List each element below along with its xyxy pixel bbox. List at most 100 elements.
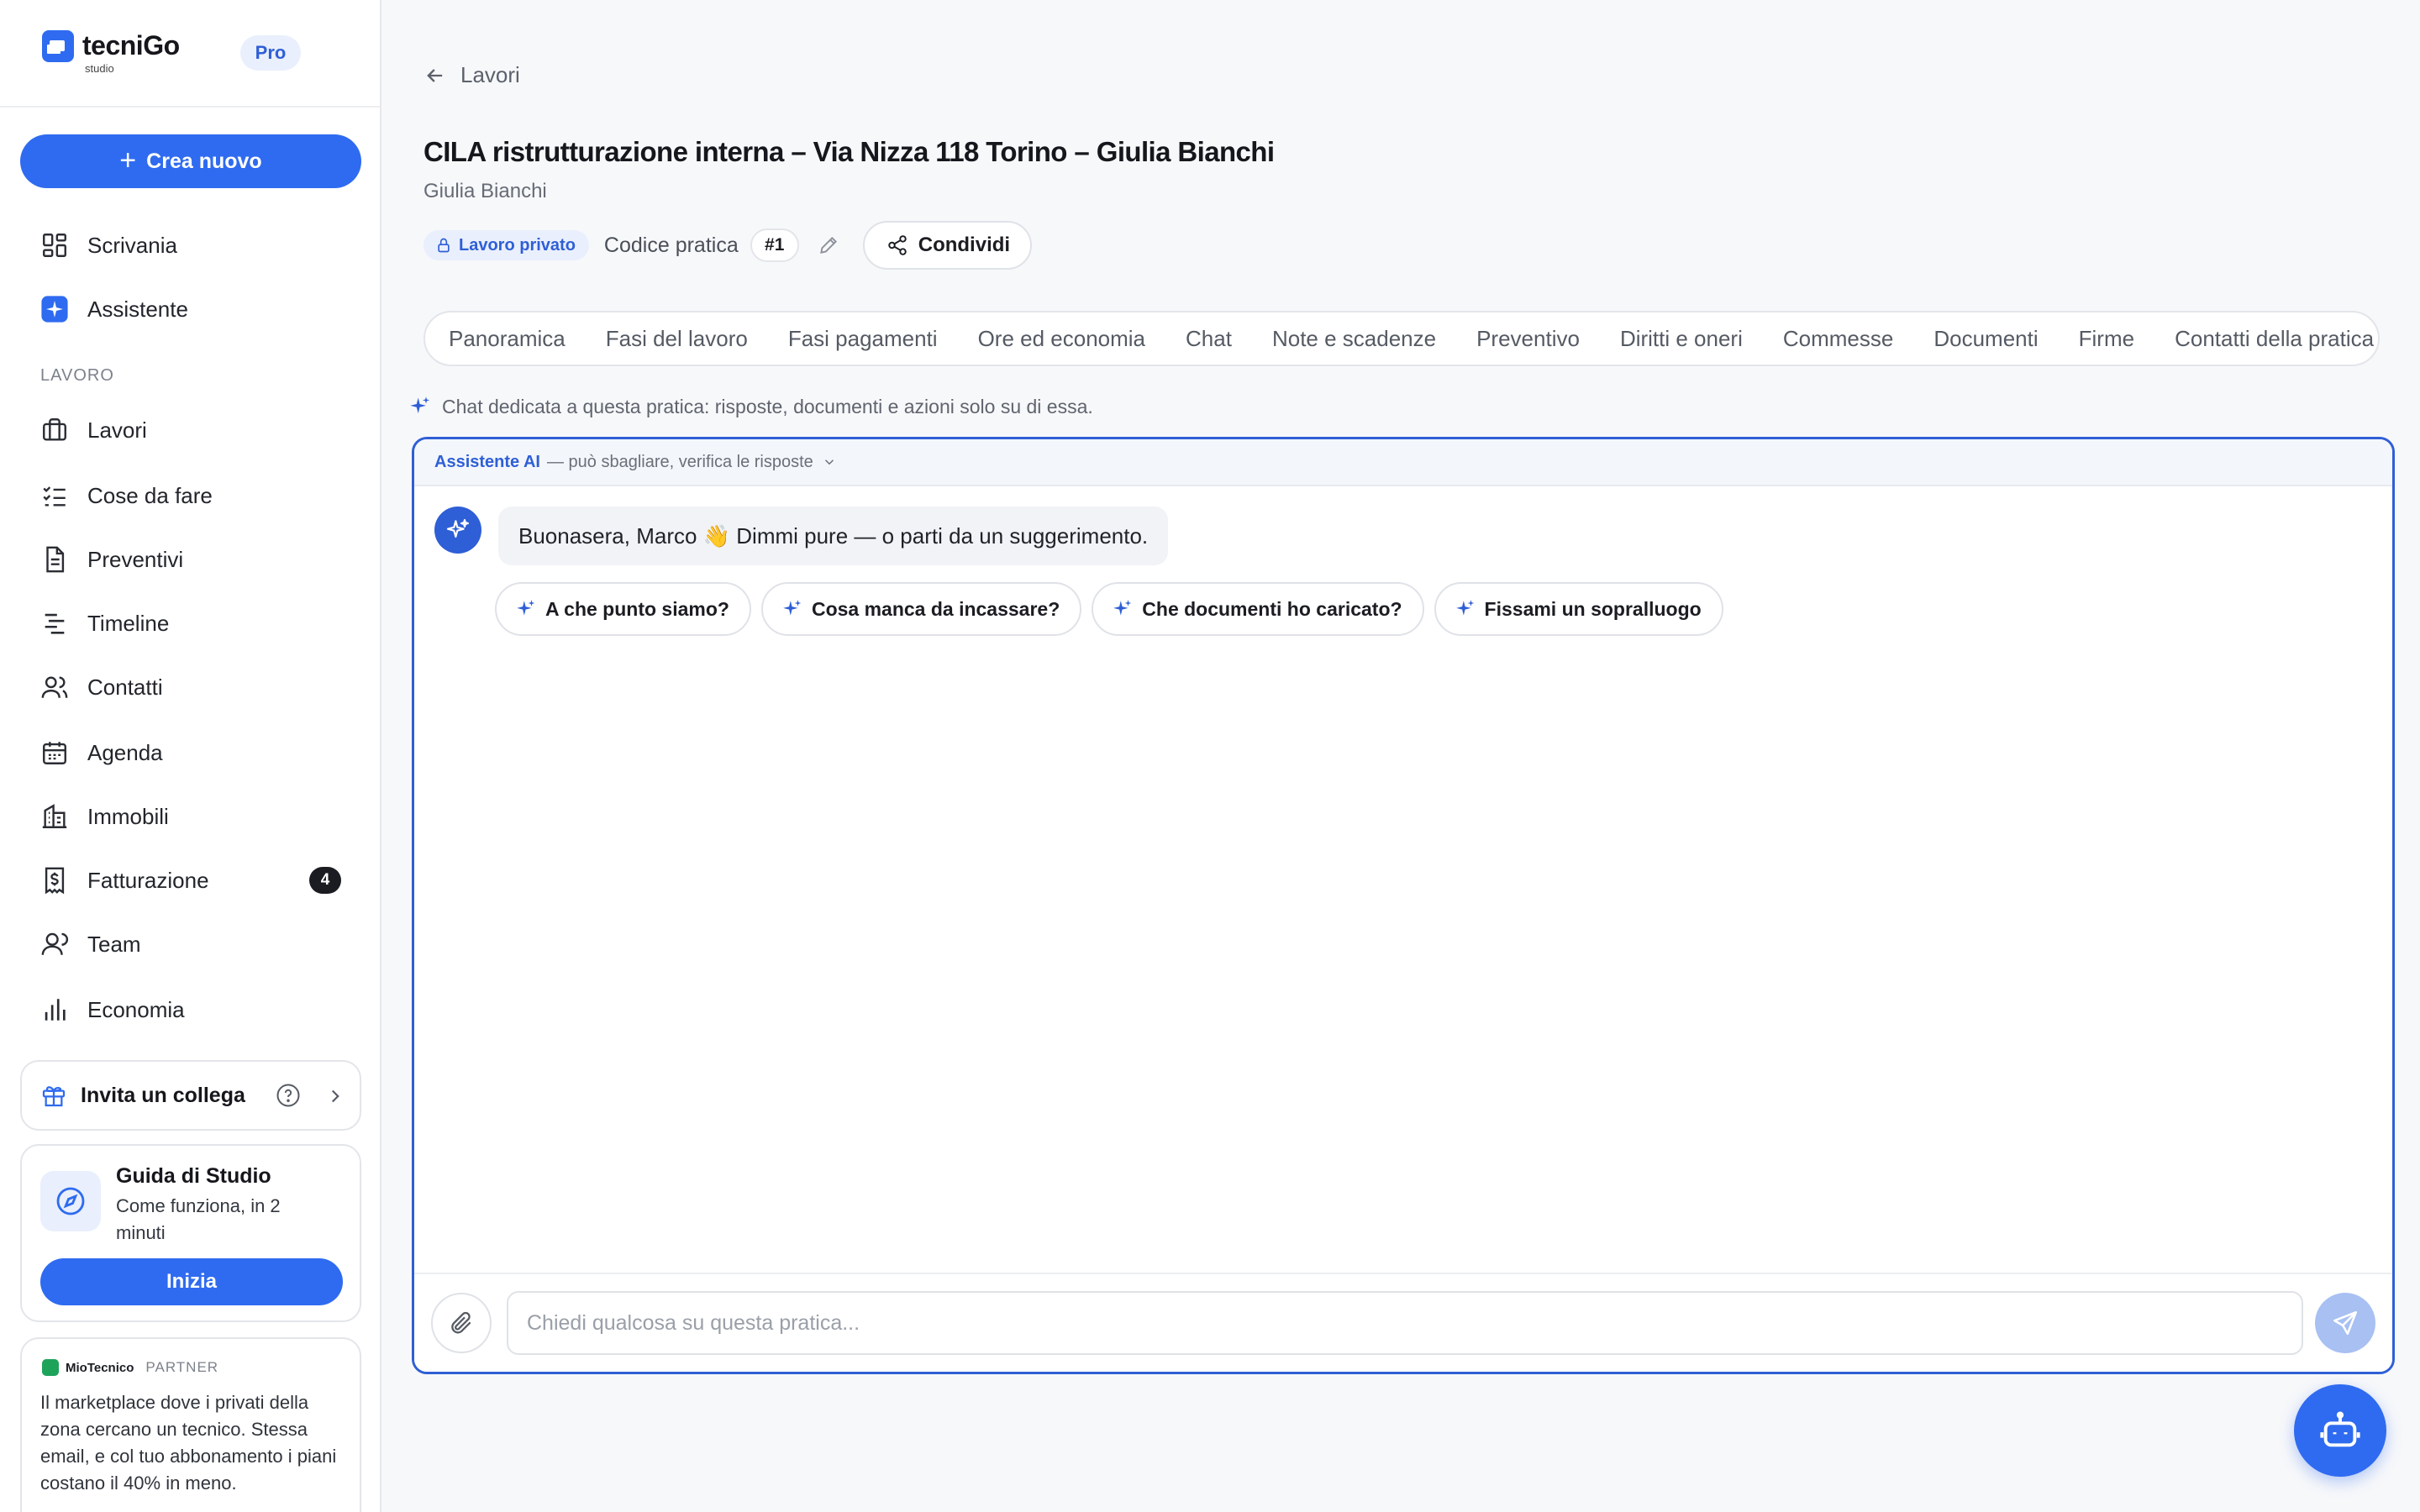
partner-card[interactable]: MioTecnico PARTNER Il marketplace dove i… xyxy=(20,1337,361,1512)
tab-preventivo[interactable]: Preventivo xyxy=(1476,326,1580,352)
plan-badge: Pro xyxy=(240,35,301,71)
tab-note-e-scadenze[interactable]: Note e scadenze xyxy=(1272,326,1436,352)
sidebar-item-agenda[interactable]: Agenda xyxy=(20,727,361,778)
arrow-left-icon xyxy=(427,68,443,82)
guide-card: Guida di Studio Come funziona, in 2 minu… xyxy=(20,1144,361,1322)
suggestion-label: Fissami un sopralluogo xyxy=(1484,597,1702,620)
code-value: #1 xyxy=(750,228,799,262)
robot-icon xyxy=(2320,1411,2360,1447)
chevron-down-icon xyxy=(824,459,834,465)
sidebar-item-label: Assistente xyxy=(87,296,188,322)
suggestion-chip[interactable]: Cosa manca da incassare? xyxy=(760,582,1082,636)
compass-icon xyxy=(40,1171,101,1231)
sparkle-icon xyxy=(39,293,71,325)
suggestion-chip[interactable]: A che punto siamo? xyxy=(495,582,751,636)
sidebar-item-contatti[interactable]: Contatti xyxy=(20,662,361,712)
sidebar-item-team[interactable]: Team xyxy=(20,919,361,969)
suggestion-label: A che punto siamo? xyxy=(545,597,729,620)
brand-header: tecniGo studio Pro xyxy=(0,0,380,108)
send-icon xyxy=(2333,1310,2358,1336)
guide-title: Guida di Studio xyxy=(116,1164,271,1188)
sidebar-item-label: Team xyxy=(87,931,141,957)
private-badge: Lavoro privato xyxy=(424,230,589,260)
assistant-message: Buonasera, Marco 👋 Dimmi pure — o parti … xyxy=(498,507,1169,565)
sparkle-icon xyxy=(517,600,535,616)
sidebar-item-scrivania[interactable]: Scrivania xyxy=(20,220,361,270)
plus-icon: + xyxy=(119,144,137,176)
tab-contatti-della-pratica[interactable]: Contatti della pratica xyxy=(2175,326,2374,352)
document-icon xyxy=(39,543,71,575)
send-button[interactable] xyxy=(2315,1293,2375,1353)
calendar-icon xyxy=(39,737,71,769)
partner-description: Il marketplace dove i privati della zona… xyxy=(40,1392,337,1494)
building-icon xyxy=(39,801,71,832)
sidebar-item-economia[interactable]: Economia xyxy=(20,984,361,1035)
partner-brand: MioTecnico xyxy=(66,1360,134,1375)
create-new-button[interactable]: + Crea nuovo xyxy=(20,134,361,188)
invite-colleague-card[interactable]: Invita un collega xyxy=(20,1060,361,1131)
chat-panel: Assistente AI — può sbagliare, verifica … xyxy=(412,437,2395,1374)
sidebar-item-label: Contatti xyxy=(87,674,163,700)
sparkle-icon xyxy=(446,518,470,538)
back-link[interactable]: Lavori xyxy=(424,62,520,88)
pencil-icon[interactable] xyxy=(818,234,839,256)
suggestion-list: A che punto siamo? Cosa manca da incassa… xyxy=(495,582,1723,636)
sidebar-item-preventivi[interactable]: Preventivi xyxy=(20,534,361,585)
app-root: tecniGo studio Pro + Crea nuovo Scrivani… xyxy=(0,0,2420,1512)
tab-diritti-e-oneri[interactable]: Diritti e oneri xyxy=(1620,326,1743,352)
sidebar-item-cose-da-fare[interactable]: Cose da fare xyxy=(20,470,361,521)
guide-start-button[interactable]: Inizia xyxy=(40,1258,343,1305)
chat-note: Chat dedicata a questa pratica: risposte… xyxy=(408,395,1093,418)
tab-ore-ed-economia[interactable]: Ore ed economia xyxy=(978,326,1145,352)
sidebar-item-lavori[interactable]: Lavori xyxy=(20,405,361,455)
assistant-bot-button[interactable] xyxy=(2294,1384,2386,1477)
assistant-avatar xyxy=(434,507,481,554)
attach-button[interactable] xyxy=(431,1293,492,1353)
sidebar-item-immobili[interactable]: Immobili xyxy=(20,791,361,842)
tab-fasi-pagamenti[interactable]: Fasi pagamenti xyxy=(788,326,938,352)
gift-icon xyxy=(42,1086,66,1107)
tab-chat[interactable]: Chat xyxy=(1186,326,1232,352)
chat-note-text: Chat dedicata a questa pratica: risposte… xyxy=(442,395,1093,417)
tab-fasi-del-lavoro[interactable]: Fasi del lavoro xyxy=(606,326,748,352)
brand-logo[interactable] xyxy=(42,30,74,62)
suggestion-chip[interactable]: Che documenti ho caricato? xyxy=(1092,582,1424,636)
chat-composer xyxy=(414,1273,2392,1372)
section-label-lavoro: LAVORO xyxy=(40,366,114,385)
tab-commesse[interactable]: Commesse xyxy=(1783,326,1893,352)
invite-label: Invita un collega xyxy=(81,1083,245,1107)
users-icon xyxy=(39,671,71,703)
page-title: CILA ristrutturazione interna – Via Nizz… xyxy=(424,136,1275,167)
main-content: Lavori CILA ristrutturazione interna – V… xyxy=(383,0,2420,1512)
sparkle-icon xyxy=(783,600,802,616)
sidebar-item-assistente[interactable]: Assistente xyxy=(20,284,361,334)
help-icon[interactable] xyxy=(276,1083,301,1108)
tab-bar: Panoramica Fasi del lavoro Fasi pagament… xyxy=(424,311,2380,366)
paperclip-icon xyxy=(451,1311,471,1334)
chat-input[interactable] xyxy=(507,1291,2303,1355)
tab-panoramica[interactable]: Panoramica xyxy=(449,326,566,352)
tab-firme[interactable]: Firme xyxy=(2079,326,2134,352)
sidebar-item-label: Cose da fare xyxy=(87,482,213,508)
sidebar: tecniGo studio Pro + Crea nuovo Scrivani… xyxy=(0,0,381,1512)
share-button[interactable]: Condividi xyxy=(862,221,1033,270)
partner-tag: PARTNER xyxy=(145,1359,219,1375)
brand-subtitle: studio xyxy=(85,62,114,75)
assistant-label: Assistente AI xyxy=(434,452,540,471)
sidebar-item-label: Scrivania xyxy=(87,232,177,258)
suggestion-chip[interactable]: Fissami un sopralluogo xyxy=(1434,582,1723,636)
tab-documenti[interactable]: Documenti xyxy=(1933,326,2038,352)
chat-header[interactable]: Assistente AI — può sbagliare, verifica … xyxy=(414,439,2392,486)
partner-header: MioTecnico PARTNER xyxy=(42,1359,218,1376)
lock-icon xyxy=(438,238,450,253)
sidebar-item-fatturazione[interactable]: Fatturazione 4 xyxy=(20,855,361,906)
bar-chart-icon xyxy=(39,994,71,1026)
timeline-icon xyxy=(39,607,71,639)
sparkle-icon xyxy=(1455,600,1474,616)
sparkle-icon xyxy=(410,396,430,414)
sidebar-item-label: Economia xyxy=(87,996,185,1022)
share-label: Condividi xyxy=(918,234,1011,256)
partner-logo-icon xyxy=(42,1359,59,1376)
sidebar-item-timeline[interactable]: Timeline xyxy=(20,598,361,648)
brand-name[interactable]: tecniGo xyxy=(82,30,180,61)
